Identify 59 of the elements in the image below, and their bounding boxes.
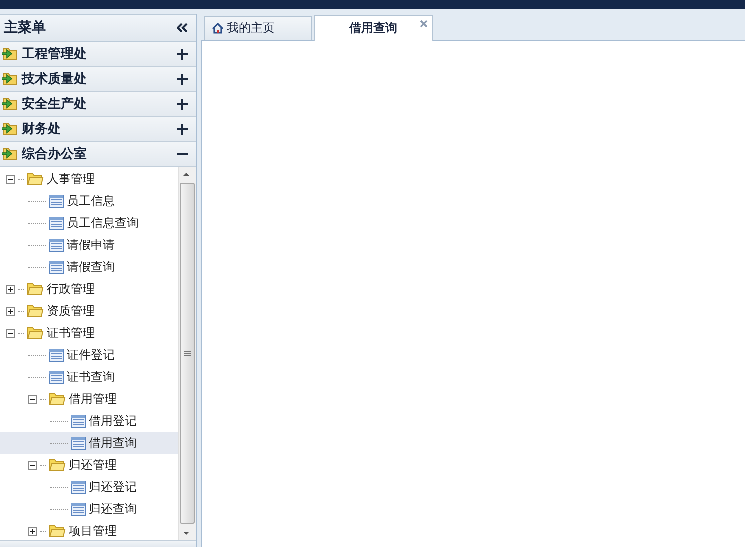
tree-item[interactable]: 归还管理 — [0, 454, 178, 476]
expand-icon[interactable] — [6, 306, 15, 316]
tree-item[interactable]: 请假查询 — [0, 256, 178, 278]
tree-item[interactable]: 员工信息 — [0, 190, 178, 212]
tree-item[interactable]: 请假申请 — [0, 234, 178, 256]
folder-icon — [27, 304, 44, 318]
collapse-icon[interactable] — [28, 460, 37, 470]
tree-item[interactable]: 归还登记 — [0, 476, 178, 498]
collapse-sidebar-icon[interactable] — [177, 23, 188, 33]
table-icon — [49, 194, 64, 208]
table-icon — [71, 436, 86, 450]
tree-item[interactable]: 证件登记 — [0, 344, 178, 366]
tree-item[interactable]: 人事管理 — [0, 168, 178, 190]
home-icon — [212, 23, 224, 34]
tree-item[interactable]: 归还查询 — [0, 498, 178, 520]
folder-icon — [49, 392, 66, 406]
tree-item[interactable]: 员工信息查询 — [0, 212, 178, 234]
tab[interactable]: 我的主页 — [204, 16, 312, 40]
expand-icon[interactable] — [28, 526, 37, 536]
table-icon — [71, 480, 86, 494]
tree-item[interactable]: 借用登记 — [0, 410, 178, 432]
grip-icon — [184, 350, 191, 357]
folder-icon — [27, 172, 44, 186]
folder-icon — [27, 282, 44, 296]
tree-item[interactable]: 借用管理 — [0, 388, 178, 410]
tree-item[interactable]: 行政管理 — [0, 278, 178, 300]
table-icon — [49, 216, 64, 230]
expand-icon[interactable] — [6, 284, 15, 294]
table-icon — [49, 238, 64, 252]
collapse-icon[interactable] — [28, 394, 37, 404]
accordion-header[interactable]: 财务处 — [0, 117, 196, 142]
table-icon — [49, 348, 64, 362]
folder-arrow-icon — [2, 147, 18, 161]
table-icon — [49, 370, 64, 384]
collapse-icon[interactable] — [6, 328, 15, 338]
collapse-icon[interactable] — [6, 174, 15, 184]
tree-item[interactable]: 证书管理 — [0, 322, 178, 344]
folder-arrow-icon — [2, 97, 18, 111]
tab[interactable]: 借用查询 — [314, 15, 433, 41]
close-icon[interactable] — [420, 20, 428, 28]
tree-item[interactable]: 证书查询 — [0, 366, 178, 388]
accordion-header[interactable]: 技术质量处 — [0, 67, 196, 92]
folder-arrow-icon — [2, 72, 18, 86]
folder-arrow-icon — [2, 47, 18, 61]
tree-item[interactable]: 借用查询 — [0, 432, 178, 454]
folder-icon — [27, 326, 44, 340]
accordion-header[interactable]: 综合办公室 — [0, 142, 196, 167]
folder-arrow-icon — [2, 122, 18, 136]
table-icon — [71, 502, 86, 516]
tree-item[interactable]: 资质管理 — [0, 300, 178, 322]
table-icon — [71, 414, 86, 428]
table-icon — [49, 260, 64, 274]
accordion-header[interactable]: 安全生产处 — [0, 92, 196, 117]
folder-icon — [49, 458, 66, 472]
accordion-header[interactable]: 工程管理处 — [0, 42, 196, 67]
scrollbar[interactable] — [178, 167, 196, 540]
sidebar-title: 主菜单 — [4, 19, 46, 37]
folder-icon — [49, 524, 66, 538]
tree-item[interactable]: 项目管理 — [0, 520, 178, 540]
